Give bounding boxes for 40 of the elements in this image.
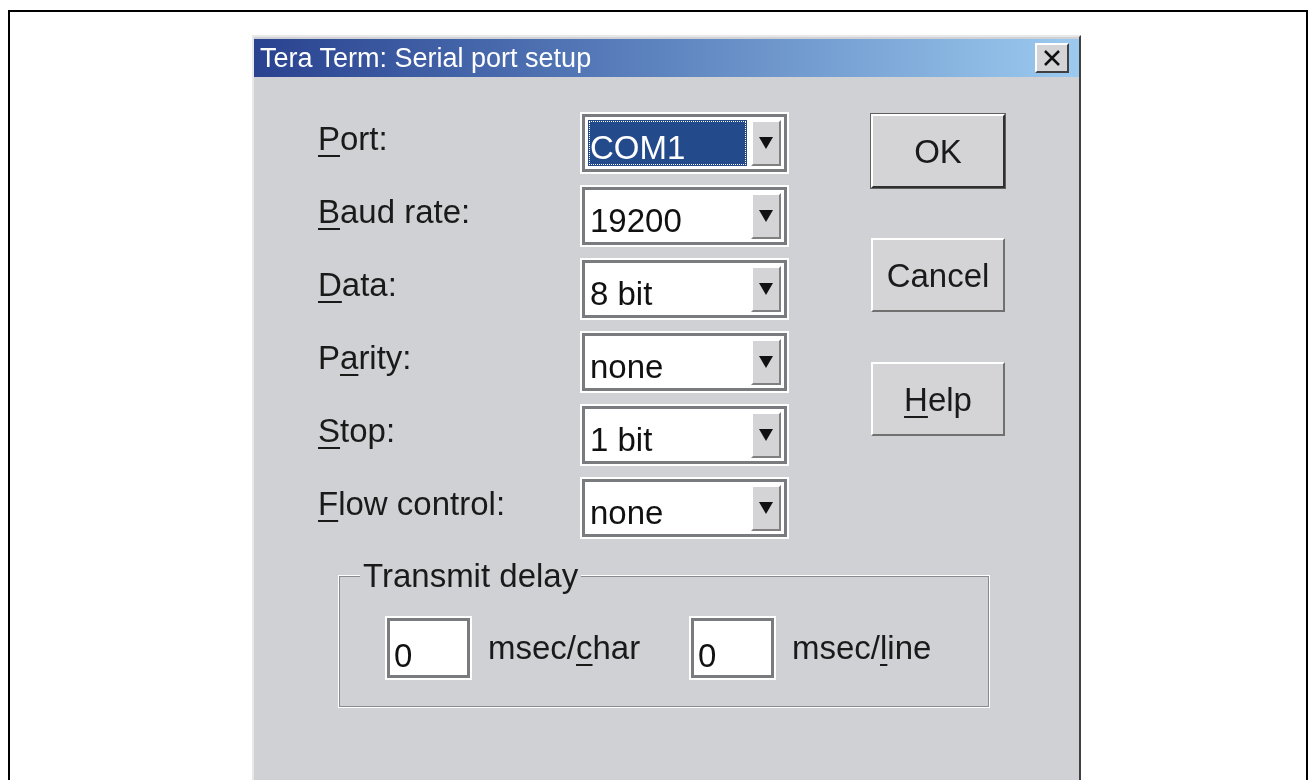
dropdown-value: none (589, 347, 665, 385)
dropdown[interactable]: none (582, 479, 787, 537)
dropdown-button[interactable] (751, 485, 781, 531)
dialog-button[interactable]: OK (871, 114, 1005, 188)
delay-input[interactable]: 0 (387, 618, 470, 678)
dropdown-value: 19200 (589, 201, 683, 239)
dropdown[interactable]: 1 bit (582, 406, 787, 464)
dropdown-value: COM1 (588, 120, 747, 166)
dialog-button[interactable]: Help (871, 362, 1005, 436)
dropdown-arrow-icon (759, 356, 773, 368)
delay-input[interactable]: 0 (691, 618, 774, 678)
unit-label: msec/char (488, 629, 641, 667)
dropdown-button[interactable] (751, 193, 781, 239)
dropdown[interactable]: COM1 (582, 114, 787, 172)
dropdown[interactable]: none (582, 333, 787, 391)
dropdown[interactable]: 8 bit (582, 260, 787, 318)
dropdown[interactable]: 19200 (582, 187, 787, 245)
dropdown-button[interactable] (751, 120, 781, 166)
field-label: Data: (318, 266, 397, 303)
dropdown-value: 8 bit (589, 274, 654, 312)
dropdown-arrow-icon (759, 137, 773, 149)
dropdown-arrow-icon (759, 210, 773, 222)
unit-label: msec/line (792, 629, 932, 667)
field-label: Port: (318, 120, 388, 157)
dropdown-button[interactable] (751, 339, 781, 385)
dropdown-button[interactable] (751, 266, 781, 312)
field-label: Parity: (318, 339, 412, 376)
dropdown-arrow-icon (759, 429, 773, 441)
field-label: Baud rate: (318, 193, 471, 230)
dropdown-button[interactable] (751, 412, 781, 458)
dropdown-value: 1 bit (589, 420, 654, 458)
dropdown-value: none (589, 493, 665, 531)
field-label: Flow control: (318, 485, 506, 522)
dropdown-arrow-icon (759, 283, 773, 295)
window-title: Tera Term: Serial port setup (260, 44, 592, 72)
field-label: Stop: (318, 412, 396, 449)
close-button[interactable] (1035, 43, 1069, 73)
dialog-button[interactable]: Cancel (871, 238, 1005, 312)
close-icon (1043, 49, 1061, 67)
dropdown-arrow-icon (759, 502, 773, 514)
